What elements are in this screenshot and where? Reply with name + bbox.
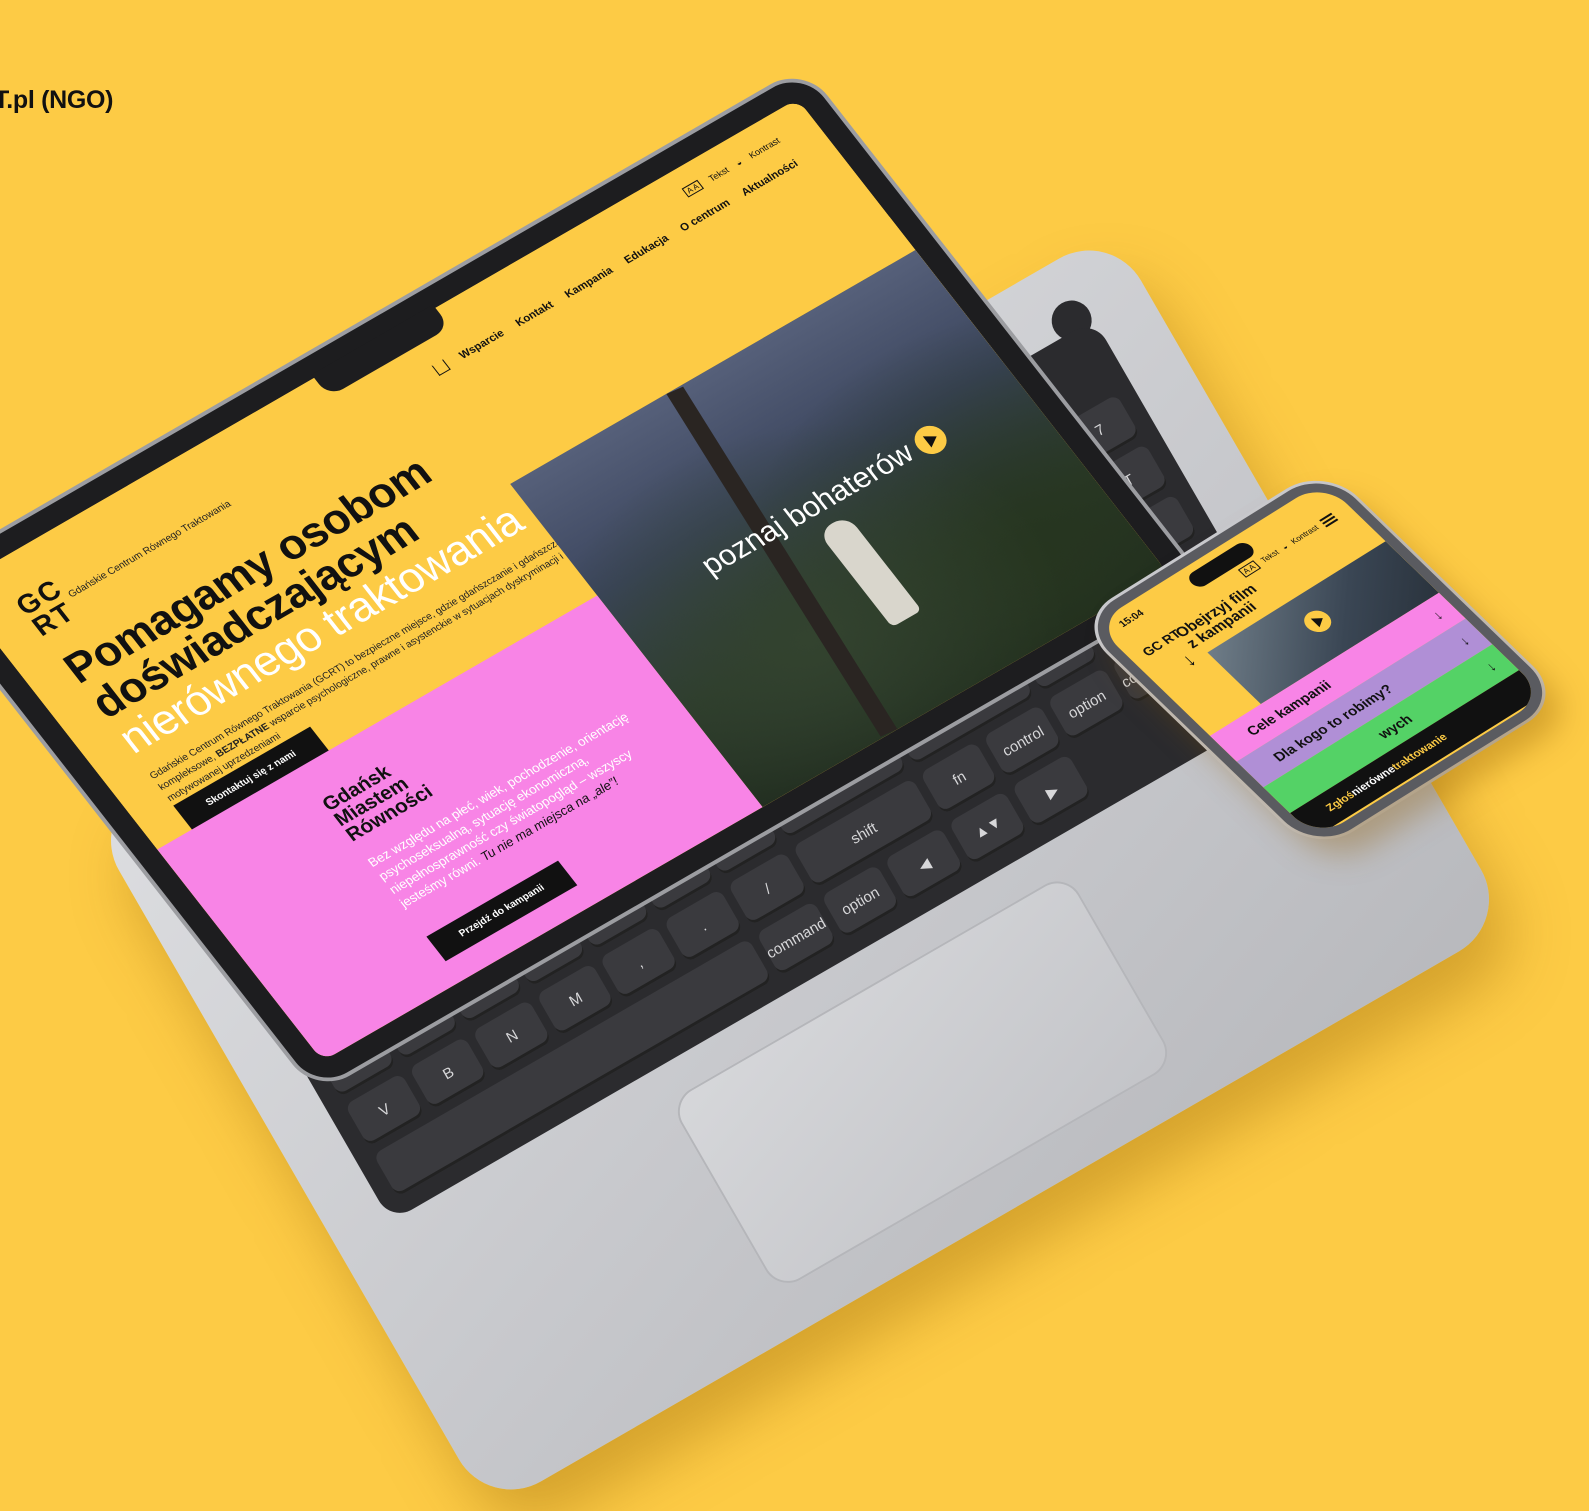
phone-accessibility-toolbar: A A Tekst ◒ Kontrast bbox=[1237, 512, 1339, 578]
corner-title: T.pl (NGO) bbox=[0, 86, 114, 114]
font-size-button[interactable]: A A bbox=[681, 179, 705, 198]
phone-contrast-icon: ◒ bbox=[1279, 542, 1291, 552]
phone-text-option[interactable]: Tekst bbox=[1259, 548, 1282, 564]
nav-item-kampania[interactable]: Kampania bbox=[562, 264, 615, 300]
phone-contrast-option[interactable]: Kontrast bbox=[1289, 523, 1321, 545]
nav-item-aktualnosci[interactable]: Aktualności bbox=[739, 157, 800, 198]
arrow-down-icon: ↓ bbox=[1481, 658, 1500, 675]
nav-item-kontakt[interactable]: Kontakt bbox=[513, 299, 556, 329]
accordion-label: wych bbox=[1374, 711, 1416, 742]
nav-item-wsparcie[interactable]: Wsparcie bbox=[457, 327, 507, 361]
logo-mark: GC RT bbox=[9, 573, 81, 642]
arrow-down-icon: ↓ bbox=[1428, 607, 1447, 623]
person-figure bbox=[817, 514, 922, 628]
main-nav: Wsparcie Kontakt Kampania Edukacja O cen… bbox=[431, 157, 800, 376]
contrast-option[interactable]: Kontrast bbox=[746, 135, 781, 160]
arrow-down-icon: ↓ bbox=[1176, 649, 1202, 671]
play-icon[interactable] bbox=[908, 420, 954, 460]
contrast-icon: ◒ bbox=[733, 156, 744, 168]
accessibility-toolbar: A A Tekst ◒ Kontrast bbox=[681, 135, 782, 198]
menu-icon[interactable] bbox=[1318, 512, 1339, 528]
video-play-icon[interactable] bbox=[1298, 606, 1337, 637]
arrow-down-icon: ↓ bbox=[1455, 633, 1474, 649]
nav-item-edukacja[interactable]: Edukacja bbox=[622, 232, 671, 266]
text-option[interactable]: Tekst bbox=[706, 165, 730, 183]
status-time: 15:04 bbox=[1116, 608, 1147, 630]
nav-item-o-centrum[interactable]: O centrum bbox=[677, 197, 732, 234]
home-icon[interactable] bbox=[431, 359, 451, 376]
